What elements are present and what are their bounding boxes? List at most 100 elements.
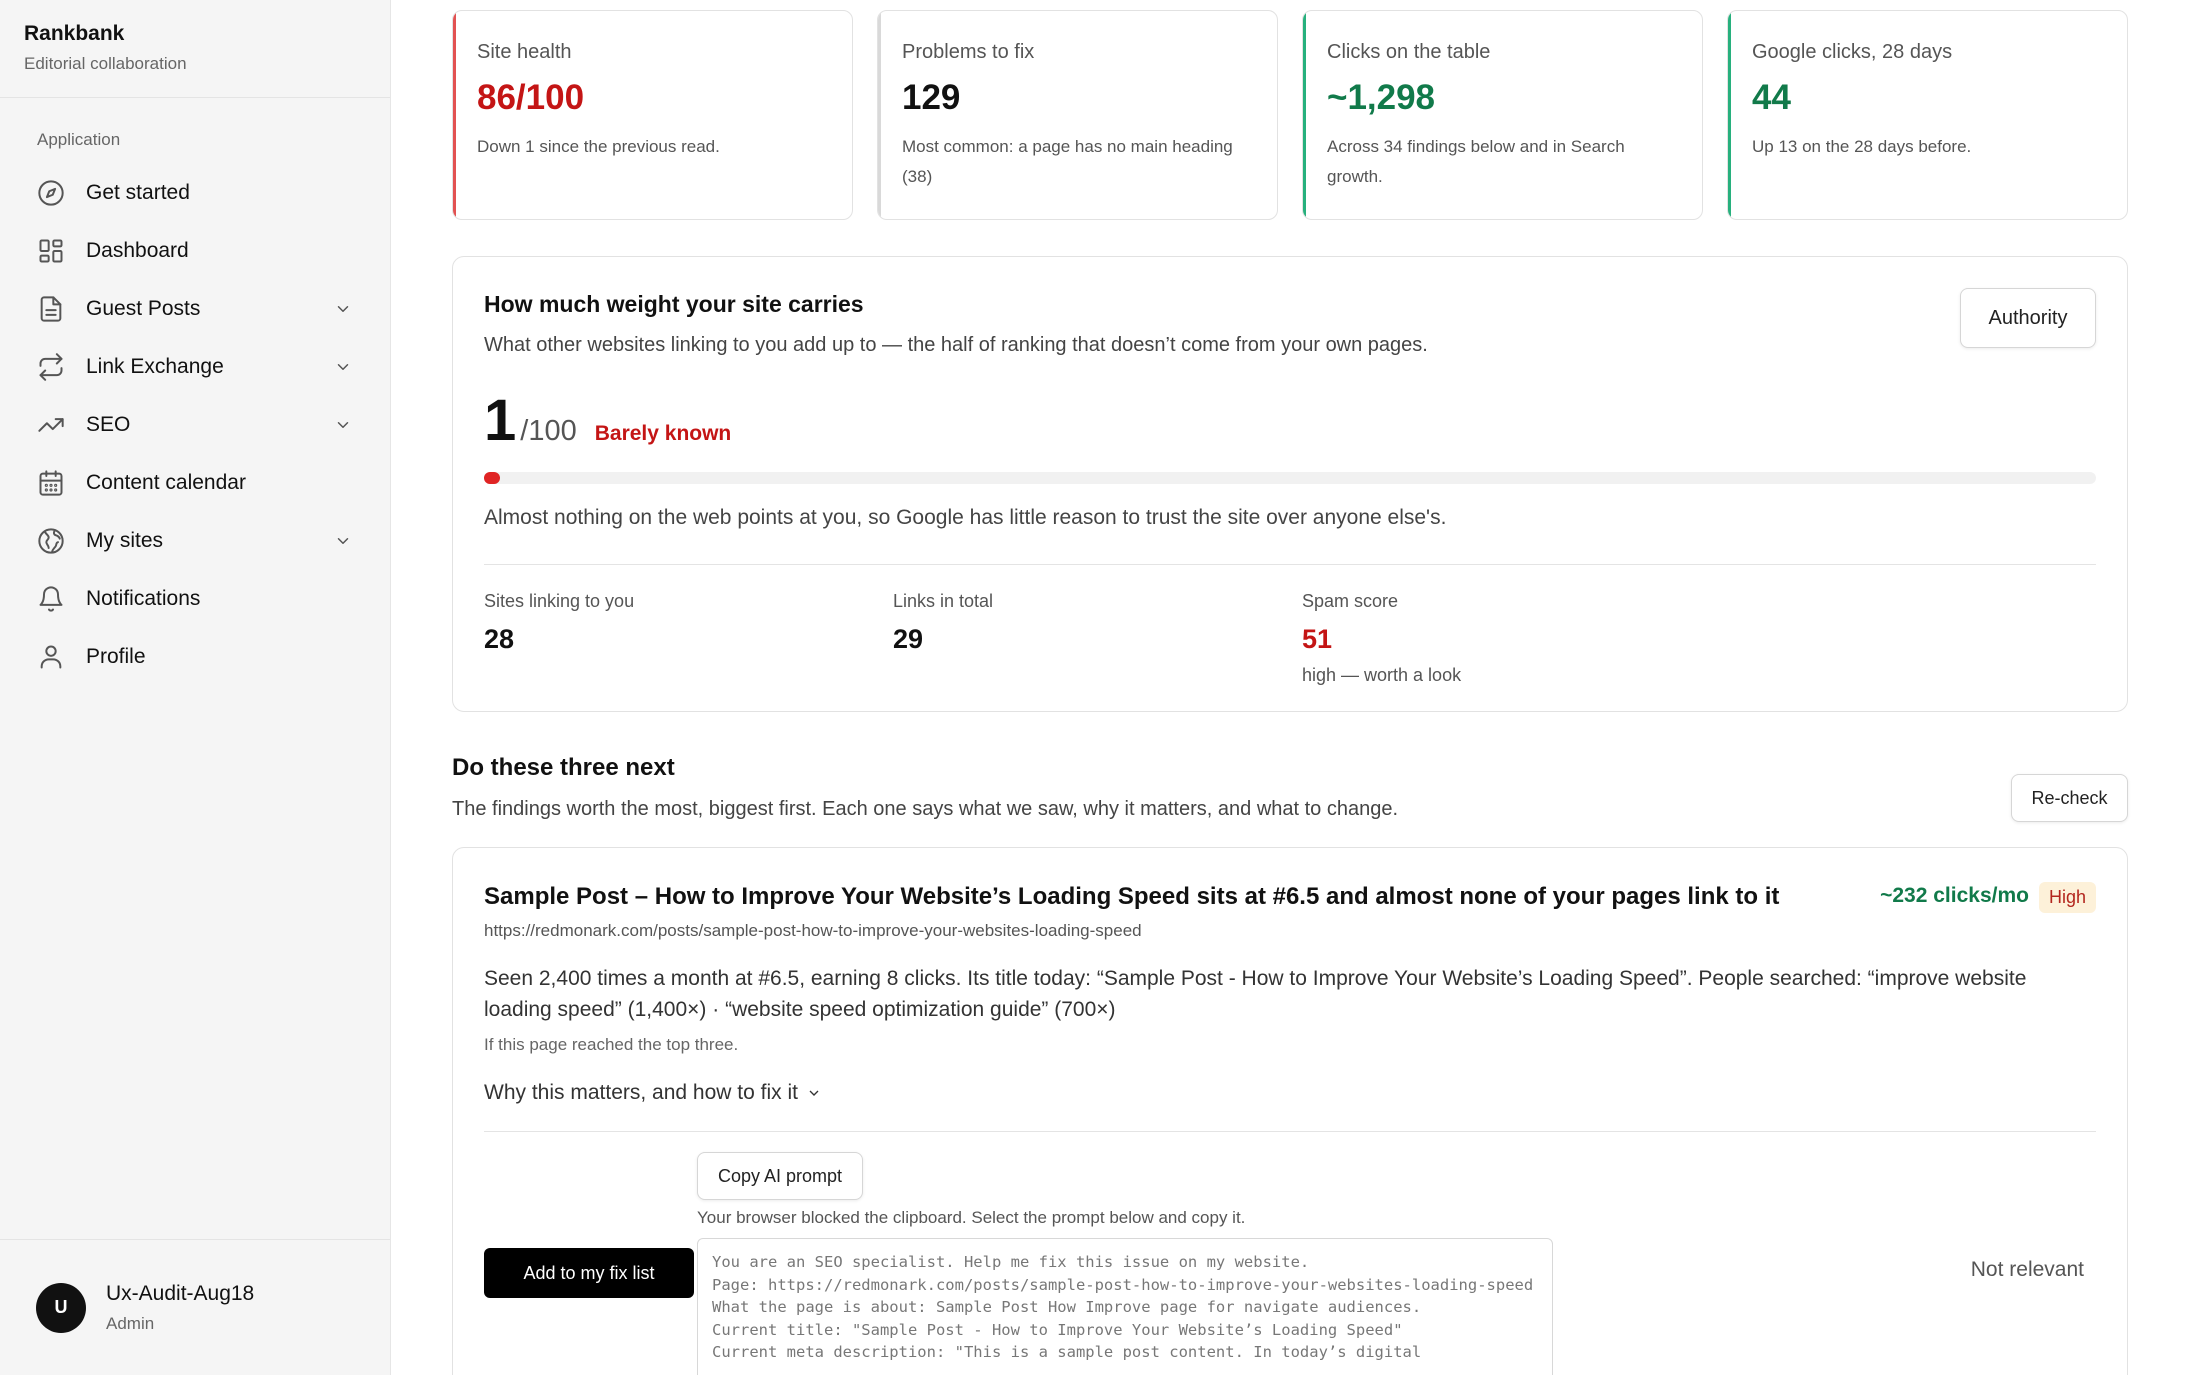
stat-label: Problems to fix [902,41,1035,63]
finding-url: https://redmonark.com/posts/sample-post-… [484,921,1142,940]
authority-progress-bar [484,472,2096,484]
user-name: Ux-Audit-Aug18 [106,1281,255,1305]
why-toggle[interactable]: Why this matters, and how to fix it [484,1081,844,1105]
brand-subtitle: Editorial collaboration [24,54,187,73]
stat-description: Across 34 findings below and in Search g… [1327,137,1625,186]
document-icon [36,294,66,324]
sidebar-item-label: My sites [86,529,164,552]
recheck-button[interactable]: Re-check [2011,774,2128,822]
metric-note: high — worth a look [1302,665,1462,685]
metric-label: Sites linking to you [484,591,635,611]
finding-card: Sample Post – How to Improve Your Websit… [452,847,2128,1375]
trending-up-icon [36,410,66,440]
metric-value: 28 [484,624,515,654]
stat-label: Google clicks, 28 days [1752,41,1953,63]
divider [484,1131,2096,1132]
stat-label: Clicks on the table [1327,41,1491,63]
metric-value: 51 [1302,624,1333,654]
authority-button[interactable]: Authority [1960,288,2096,348]
brand: Rankbank Editorial collaboration [0,0,390,98]
chevron-down-icon [809,1090,819,1096]
stat-value: ~1,298 [1327,78,1436,117]
sidebar-item-label: SEO [86,413,131,436]
dashboard-icon [36,236,66,266]
user-role: Admin [106,1313,155,1333]
stat-cards: Site health 86/100 Down 1 since the prev… [452,10,2128,220]
stat-card-google-clicks: Google clicks, 28 days 44 Up 13 on the 2… [1727,10,2128,220]
sidebar-item-guest-posts[interactable]: Guest Posts [0,280,390,338]
authority-score: 1 /100 Barely known [484,387,2096,454]
sidebar-nav: Get started Dashboard Guest Posts Link E… [0,164,390,686]
chevron-down-icon[interactable] [332,414,354,436]
exchange-icon [36,352,66,382]
sidebar-item-get-started[interactable]: Get started [0,164,390,222]
copy-ai-prompt-button[interactable]: Copy AI prompt [697,1152,863,1200]
sidebar-item-label: Link Exchange [86,355,224,378]
metric-sites-linking: Sites linking to you 28 [484,591,893,686]
bell-icon [36,584,66,614]
next-title: Do these three next [452,754,675,781]
finding-title: Sample Post – How to Improve Your Websit… [484,883,1780,910]
chevron-down-icon[interactable] [332,298,354,320]
user-menu[interactable]: U Ux-Audit-Aug18 Admin [0,1239,390,1375]
metric-label: Spam score [1302,591,1399,611]
ai-prompt-textarea[interactable]: You are an SEO specialist. Help me fix t… [697,1238,1553,1375]
stat-value: 129 [902,78,961,117]
brand-title: Rankbank [24,22,125,45]
why-label: Why this matters, and how to fix it [484,1081,798,1104]
divider [484,564,2096,565]
stat-description: Up 13 on the 28 days before. [1752,137,1972,156]
authority-progress-fill [484,472,501,484]
stat-value: 86/100 [477,78,585,117]
stat-description: Most common: a page has no main heading … [902,137,1233,186]
metric-spam-score: Spam score 51 high — worth a look [1302,591,1711,686]
finding-header: Sample Post – How to Improve Your Websit… [484,882,2096,913]
add-to-fix-list-button[interactable]: Add to my fix list [484,1248,694,1298]
sidebar-item-notifications[interactable]: Notifications [0,570,390,628]
user-icon [36,642,66,672]
finding-body: Seen 2,400 times a month at #6.5, earnin… [484,967,2027,1021]
compass-icon [36,178,66,208]
stat-card-problems: Problems to fix 129 Most common: a page … [877,10,1278,220]
authority-metrics: Sites linking to you 28 Links in total 2… [484,591,2096,686]
sidebar-item-seo[interactable]: SEO [0,396,390,454]
sidebar-item-label: Profile [86,645,146,668]
score-max: /100 [520,415,577,447]
sidebar-item-label: Content calendar [86,471,246,494]
sidebar-item-my-sites[interactable]: My sites [0,512,390,570]
chevron-down-icon[interactable] [332,356,354,378]
next-subtitle: The findings worth the most, biggest fir… [452,798,1399,820]
sidebar-item-profile[interactable]: Profile [0,628,390,686]
sidebar-item-link-exchange[interactable]: Link Exchange [0,338,390,396]
stat-card-clicks-on-table: Clicks on the table ~1,298 Across 34 fin… [1302,10,1703,220]
calendar-icon [36,468,66,498]
chevron-down-icon[interactable] [332,530,354,552]
stat-value: 44 [1752,78,1791,117]
next-section: Do these three next The findings worth t… [452,754,2128,822]
sidebar-item-content-calendar[interactable]: Content calendar [0,454,390,512]
not-relevant-button[interactable]: Not relevant [1971,1258,2084,1282]
metric-label: Links in total [893,591,994,611]
stat-label: Site health [477,41,572,63]
stat-card-site-health: Site health 86/100 Down 1 since the prev… [452,10,853,220]
score-value: 1 [484,388,517,453]
authority-subtitle: What other websites linking to you add u… [484,334,1428,356]
sidebar-item-dashboard[interactable]: Dashboard [0,222,390,280]
authority-note: Almost nothing on the web points at you,… [484,506,1447,529]
metric-value: 29 [893,624,924,654]
sidebar: Rankbank Editorial collaboration Applica… [0,0,391,1375]
metric-links-total: Links in total 29 [893,591,1302,686]
authority-card: How much weight your site carries What o… [452,256,2128,712]
priority-badge: High [2038,882,2096,913]
score-tag: Barely known [594,422,732,445]
finding-if-note: If this page reached the top three. [484,1035,739,1054]
sidebar-item-label: Notifications [86,587,201,610]
finding-actions: Copy AI prompt Your browser blocked the … [484,1152,2096,1375]
nav-section-label: Application [37,130,121,149]
sidebar-item-label: Get started [86,181,190,204]
sidebar-item-label: Guest Posts [86,297,201,320]
main-content: Site health 86/100 Down 1 since the prev… [452,0,2128,1375]
finding-clicks: ~232 clicks/mo [1880,884,2029,907]
clipboard-blocked-note: Your browser blocked the clipboard. Sele… [697,1208,1246,1227]
sidebar-item-label: Dashboard [86,239,189,262]
